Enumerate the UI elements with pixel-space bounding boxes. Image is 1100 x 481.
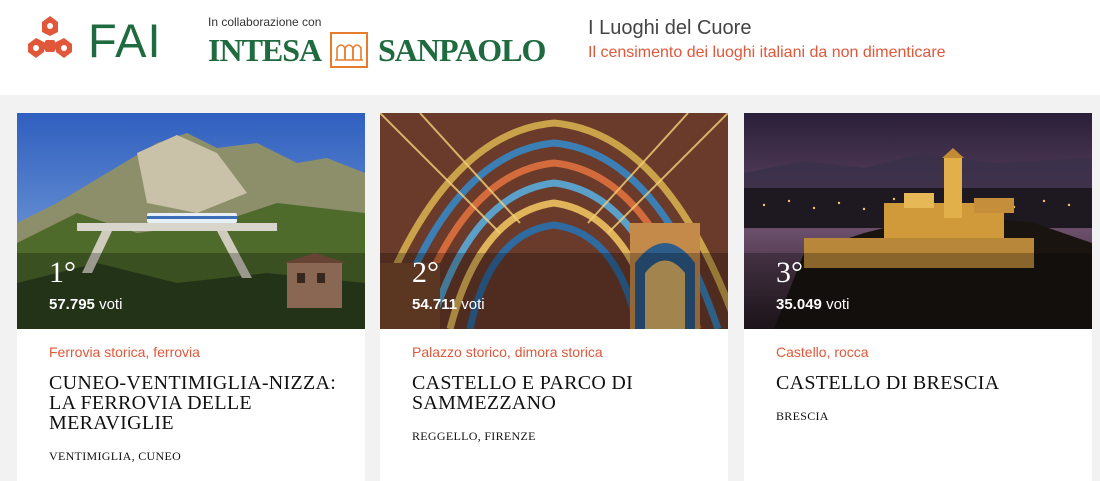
collaboration-label: In collaborazione con: [208, 15, 322, 29]
fai-logo-text[interactable]: FAI: [88, 16, 162, 66]
rank-number: 2°: [412, 256, 439, 289]
place-location: BRESCIA: [776, 409, 829, 423]
place-category: Ferrovia storica, ferrovia: [49, 344, 200, 360]
place-card-2[interactable]: 2° 54.711 voti Palazzo storico, dimora s…: [380, 113, 728, 481]
fai-logo-icon[interactable]: [24, 14, 76, 66]
place-name[interactable]: CASTELLO DI BRESCIA: [776, 373, 1076, 393]
partner-logo-sanpaolo[interactable]: SANPAOLO: [378, 32, 546, 68]
place-category: Castello, rocca: [776, 344, 869, 360]
place-card-1[interactable]: 1° 57.795 voti Ferrovia storica, ferrovi…: [17, 113, 365, 481]
page-subtitle: Il censimento dei luoghi italiani da non…: [588, 44, 946, 61]
partner-logo-intesa[interactable]: INTESA: [208, 32, 322, 68]
bridge-icon: [330, 32, 368, 68]
site-header: FAI In collaborazione con INTESA SANPAOL…: [0, 0, 1100, 95]
place-location: VENTIMIGLIA, CUNEO: [49, 449, 182, 463]
place-card-3[interactable]: 3° 35.049 voti Castello, rocca CASTELLO …: [744, 113, 1092, 481]
vote-count: 54.711 voti: [412, 296, 485, 313]
vote-count: 57.795 voti: [49, 296, 123, 313]
rank-number: 1°: [49, 256, 76, 289]
vote-count: 35.049 voti: [776, 296, 850, 313]
place-name[interactable]: CASTELLO E PARCO DI SAMMEZZANO: [412, 373, 712, 413]
place-name[interactable]: CUNEO-VENTIMIGLIA-NIZZA: LA FERROVIA DEL…: [49, 373, 349, 433]
place-category: Palazzo storico, dimora storica: [412, 344, 603, 360]
place-location: REGGELLO, FIRENZE: [412, 429, 536, 443]
rank-number: 3°: [776, 256, 803, 289]
page-title[interactable]: I Luoghi del Cuore: [588, 17, 751, 40]
